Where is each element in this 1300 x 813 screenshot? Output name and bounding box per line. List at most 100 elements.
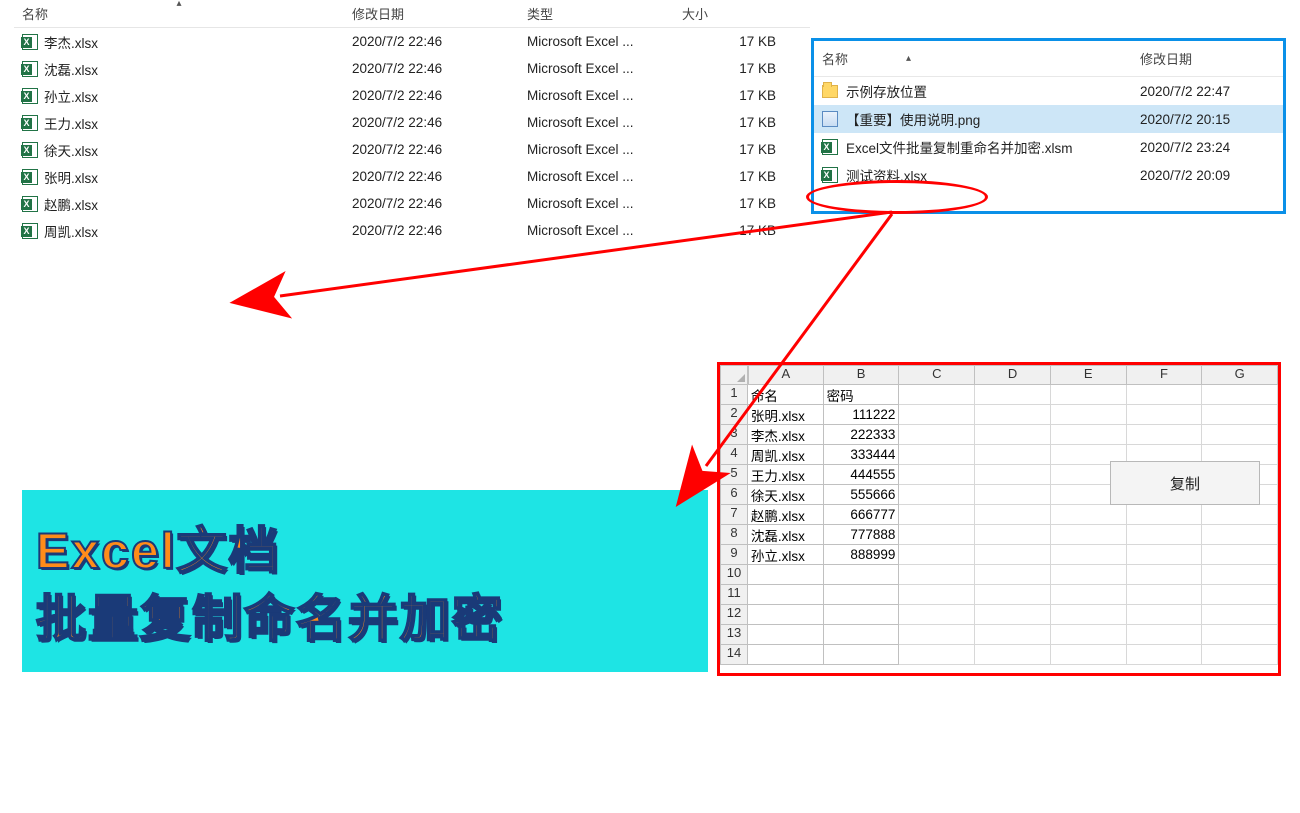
column-header[interactable]: E bbox=[1051, 365, 1127, 385]
copy-button[interactable]: 复制 bbox=[1110, 461, 1260, 505]
cell[interactable] bbox=[1127, 565, 1203, 585]
cell[interactable] bbox=[1202, 645, 1278, 665]
cell[interactable] bbox=[899, 605, 975, 625]
cell[interactable]: 密码 bbox=[824, 385, 900, 405]
cell[interactable] bbox=[975, 485, 1051, 505]
cell[interactable] bbox=[1202, 625, 1278, 645]
row-header[interactable]: 2 bbox=[720, 405, 748, 425]
cell[interactable] bbox=[975, 445, 1051, 465]
cell[interactable] bbox=[899, 405, 975, 425]
cell[interactable] bbox=[1127, 625, 1203, 645]
cell[interactable] bbox=[1127, 585, 1203, 605]
cell[interactable] bbox=[899, 545, 975, 565]
cell[interactable] bbox=[899, 565, 975, 585]
file-row[interactable]: 张明.xlsx 2020/7/2 22:46 Microsoft Excel .… bbox=[14, 163, 810, 190]
cell[interactable] bbox=[1127, 385, 1203, 405]
cell[interactable] bbox=[975, 405, 1051, 425]
cell[interactable] bbox=[975, 525, 1051, 545]
cell[interactable]: 命名 bbox=[748, 385, 824, 405]
cell[interactable] bbox=[824, 625, 900, 645]
cell[interactable] bbox=[1051, 645, 1127, 665]
cell[interactable] bbox=[748, 585, 824, 605]
column-type[interactable]: 类型 bbox=[519, 0, 674, 27]
cell[interactable] bbox=[748, 565, 824, 585]
cell[interactable] bbox=[899, 385, 975, 405]
cell[interactable] bbox=[899, 585, 975, 605]
cell[interactable] bbox=[1127, 545, 1203, 565]
cell[interactable] bbox=[975, 425, 1051, 445]
file-row[interactable]: 王力.xlsx 2020/7/2 22:46 Microsoft Excel .… bbox=[14, 109, 810, 136]
cell[interactable] bbox=[975, 645, 1051, 665]
row-header[interactable]: 11 bbox=[720, 585, 748, 605]
cell[interactable] bbox=[748, 645, 824, 665]
cell[interactable] bbox=[975, 505, 1051, 525]
cell[interactable] bbox=[824, 585, 900, 605]
row-header[interactable]: 7 bbox=[720, 505, 748, 525]
file-row[interactable]: 赵鹏.xlsx 2020/7/2 22:46 Microsoft Excel .… bbox=[14, 190, 810, 217]
select-all-corner[interactable] bbox=[720, 365, 748, 385]
row-header[interactable]: 6 bbox=[720, 485, 748, 505]
cell[interactable] bbox=[824, 645, 900, 665]
row-header[interactable]: 13 bbox=[720, 625, 748, 645]
cell[interactable]: 333444 bbox=[824, 445, 900, 465]
cell[interactable] bbox=[1051, 425, 1127, 445]
cell[interactable] bbox=[975, 545, 1051, 565]
cell[interactable] bbox=[1202, 425, 1278, 445]
cell[interactable] bbox=[824, 565, 900, 585]
cell[interactable]: 徐天.xlsx bbox=[748, 485, 824, 505]
cell[interactable] bbox=[975, 585, 1051, 605]
cell[interactable]: 444555 bbox=[824, 465, 900, 485]
column-date[interactable]: 修改日期 bbox=[344, 0, 519, 27]
cell[interactable]: 555666 bbox=[824, 485, 900, 505]
cell[interactable]: 赵鹏.xlsx bbox=[748, 505, 824, 525]
cell[interactable] bbox=[975, 605, 1051, 625]
row-header[interactable]: 12 bbox=[720, 605, 748, 625]
column-header[interactable]: F bbox=[1127, 365, 1203, 385]
cell[interactable]: 777888 bbox=[824, 525, 900, 545]
cell[interactable] bbox=[975, 465, 1051, 485]
cell[interactable] bbox=[975, 565, 1051, 585]
cell[interactable] bbox=[899, 485, 975, 505]
cell[interactable]: 888999 bbox=[824, 545, 900, 565]
file-row[interactable]: 李杰.xlsx 2020/7/2 22:46 Microsoft Excel .… bbox=[14, 28, 810, 55]
cell[interactable] bbox=[975, 625, 1051, 645]
cell[interactable] bbox=[1051, 585, 1127, 605]
cell[interactable] bbox=[899, 645, 975, 665]
cell[interactable] bbox=[824, 605, 900, 625]
column-name[interactable]: 名称 ▴ bbox=[822, 49, 1140, 68]
cell[interactable] bbox=[1202, 585, 1278, 605]
cell[interactable] bbox=[1127, 605, 1203, 625]
file-row[interactable]: 孙立.xlsx 2020/7/2 22:46 Microsoft Excel .… bbox=[14, 82, 810, 109]
cell[interactable] bbox=[899, 505, 975, 525]
row-header[interactable]: 4 bbox=[720, 445, 748, 465]
row-header[interactable]: 8 bbox=[720, 525, 748, 545]
cell[interactable] bbox=[1202, 385, 1278, 405]
column-header[interactable]: C bbox=[899, 365, 975, 385]
cell[interactable] bbox=[748, 605, 824, 625]
cell[interactable] bbox=[1051, 385, 1127, 405]
cell[interactable] bbox=[1127, 645, 1203, 665]
cell[interactable]: 沈磊.xlsx bbox=[748, 525, 824, 545]
file-row[interactable]: 徐天.xlsx 2020/7/2 22:46 Microsoft Excel .… bbox=[14, 136, 810, 163]
cell[interactable] bbox=[1127, 505, 1203, 525]
column-header[interactable]: B bbox=[824, 365, 900, 385]
cell[interactable] bbox=[748, 625, 824, 645]
cell[interactable]: 王力.xlsx bbox=[748, 465, 824, 485]
cell[interactable] bbox=[1051, 405, 1127, 425]
cell[interactable]: 周凯.xlsx bbox=[748, 445, 824, 465]
file-row[interactable]: 沈磊.xlsx 2020/7/2 22:46 Microsoft Excel .… bbox=[14, 55, 810, 82]
row-header[interactable]: 14 bbox=[720, 645, 748, 665]
cell[interactable] bbox=[1202, 565, 1278, 585]
cell[interactable]: 李杰.xlsx bbox=[748, 425, 824, 445]
cell[interactable] bbox=[1127, 525, 1203, 545]
file-row[interactable]: 周凯.xlsx 2020/7/2 22:46 Microsoft Excel .… bbox=[14, 217, 810, 244]
cell[interactable] bbox=[1202, 605, 1278, 625]
cell[interactable] bbox=[899, 525, 975, 545]
row-header[interactable]: 10 bbox=[720, 565, 748, 585]
column-header[interactable]: A bbox=[748, 365, 824, 385]
file-row[interactable]: 【重要】使用说明.png 2020/7/2 20:15 bbox=[814, 105, 1283, 133]
row-header[interactable]: 9 bbox=[720, 545, 748, 565]
cell[interactable] bbox=[1127, 405, 1203, 425]
cell[interactable] bbox=[1202, 405, 1278, 425]
cell[interactable] bbox=[1051, 625, 1127, 645]
